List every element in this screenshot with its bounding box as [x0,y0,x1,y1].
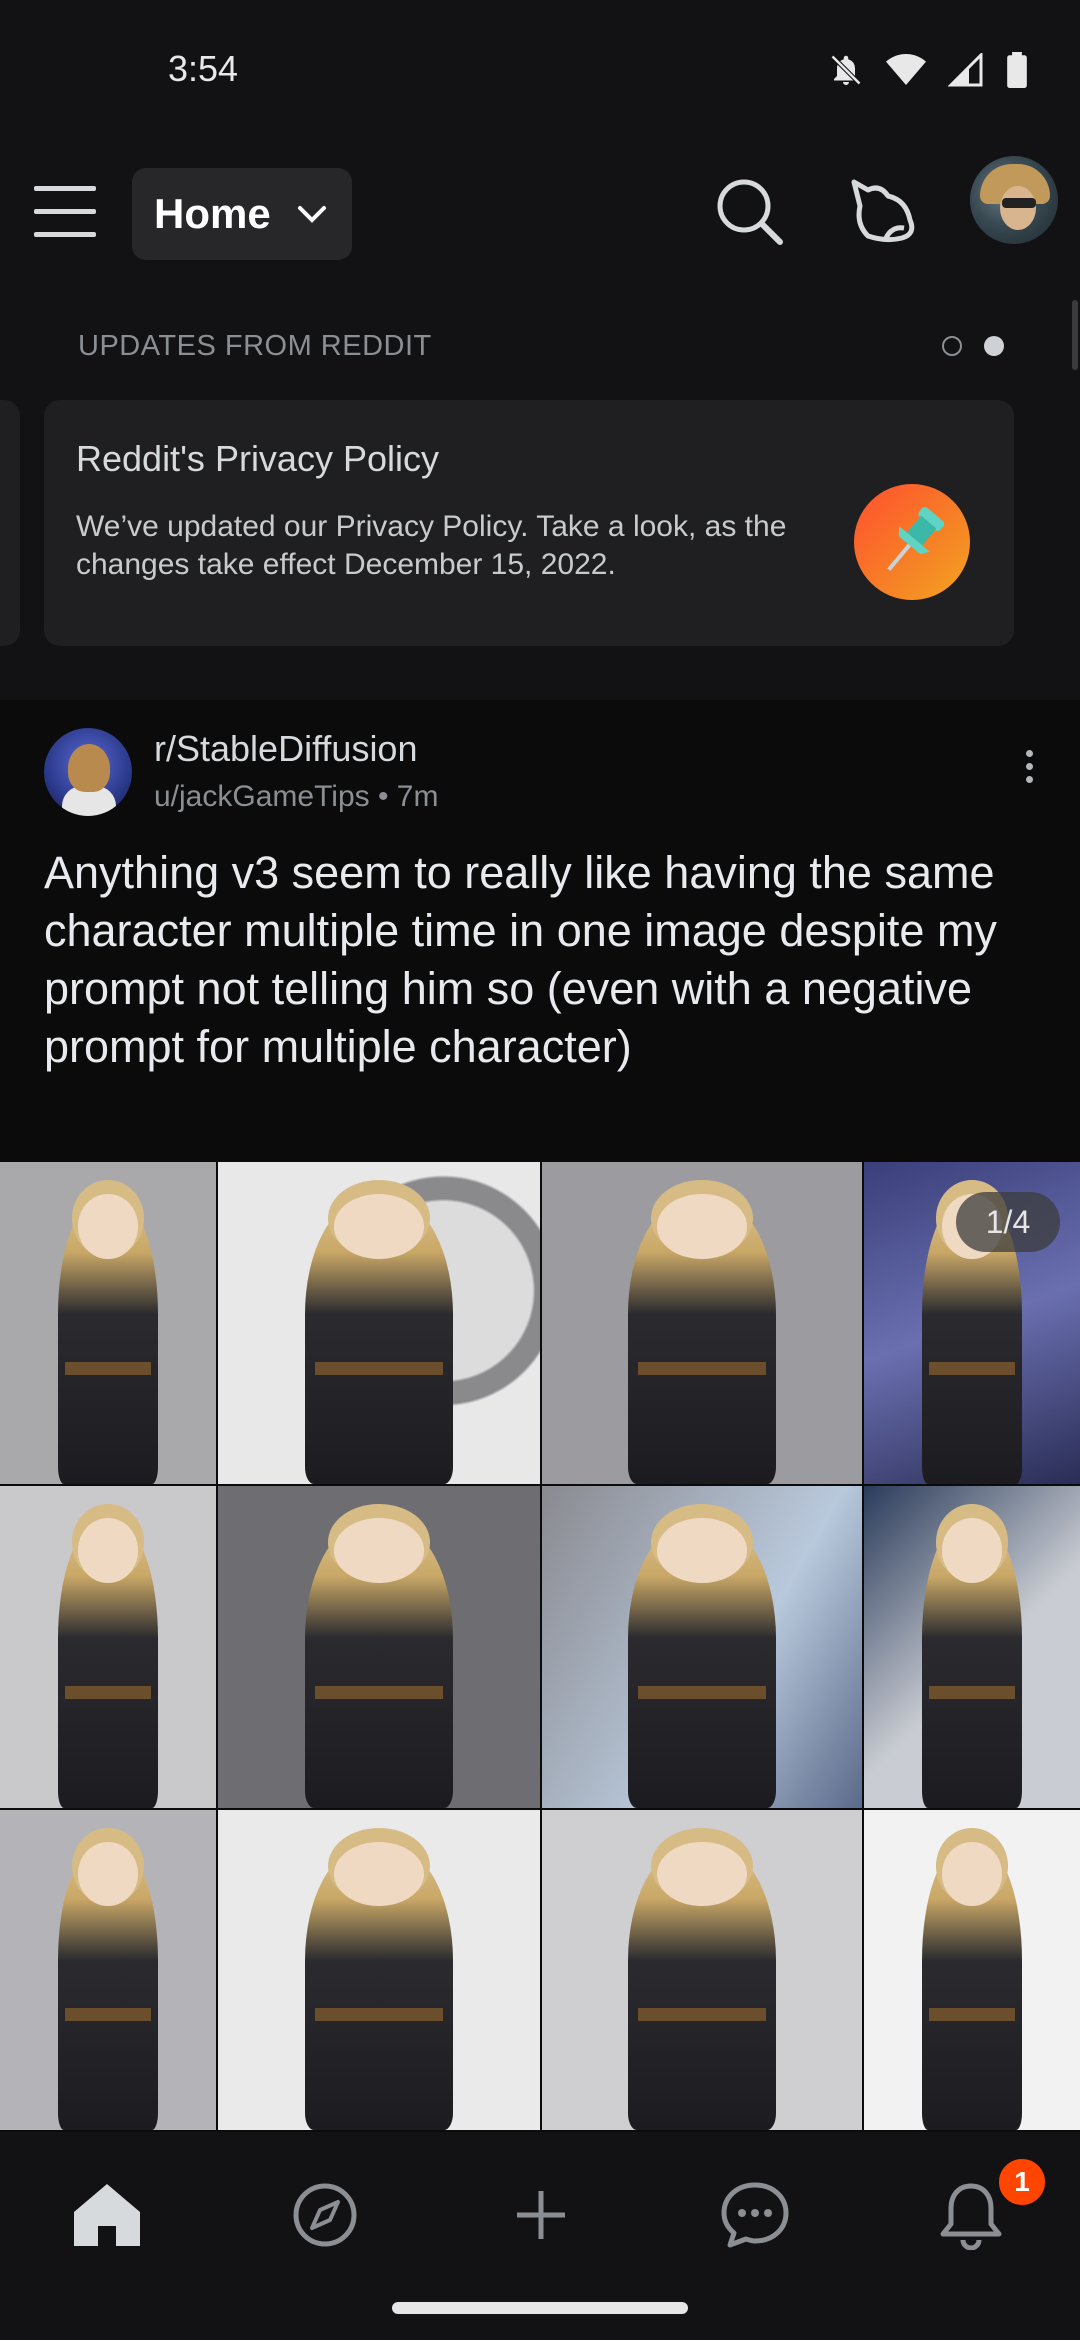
status-icons [828,52,1028,88]
notification-badge: 1 [996,2156,1048,2208]
signal-icon [948,53,983,87]
subreddit-avatar[interactable] [44,728,132,816]
feed-selector[interactable]: Home [132,168,352,260]
carousel-dot[interactable] [942,336,962,356]
scrollbar[interactable] [1072,300,1078,370]
more-options-icon[interactable] [1024,750,1034,790]
search-icon[interactable] [714,176,784,246]
update-card[interactable]: Reddit's Privacy Policy We’ve updated ou… [44,400,1014,646]
battery-icon [1007,52,1027,88]
gallery-tile [218,1810,540,2130]
gallery-tile [864,1810,1080,2130]
post-title[interactable]: Anything v3 seem to really like having t… [44,844,1044,1076]
bottom-nav: 1 [0,2132,1080,2340]
image-gallery[interactable]: 1/4 [0,1162,1080,2130]
chat-icon[interactable] [710,2170,800,2260]
carousel-dots [942,336,1004,356]
gallery-tile [542,1162,862,1484]
app-header: Home [0,140,1080,288]
status-bar: 3:54 [0,0,1080,140]
update-card-title: Reddit's Privacy Policy [76,438,439,479]
user-avatar[interactable] [970,156,1058,244]
update-card-body: We’ve updated our Privacy Policy. Take a… [76,510,787,581]
wifi-icon [886,54,926,85]
gallery-tile [542,1810,862,2130]
gallery-tile [218,1486,540,1808]
menu-icon[interactable] [34,186,96,238]
gesture-home-indicator[interactable] [392,2302,688,2314]
create-icon[interactable] [496,2170,586,2260]
gallery-tile [0,1810,216,2130]
pin-icon [854,484,970,600]
chevron-down-icon [297,206,326,223]
feed-selector-label: Home [154,190,271,237]
notifications-muted-icon [830,54,862,86]
gallery-tile [0,1486,216,1808]
cat-icon[interactable] [846,176,918,248]
updates-title: UPDATES FROM REDDIT [78,330,432,362]
gallery-tile [0,1162,216,1484]
gallery-tile [542,1486,862,1808]
post-card[interactable]: r/StableDiffusion u/jackGameTips • 7m An… [0,700,1080,2132]
post-meta: u/jackGameTips • 7m [154,780,439,813]
home-icon[interactable] [62,2170,152,2260]
gallery-tile [864,1486,1080,1808]
previous-update-card[interactable] [0,400,20,646]
subreddit-name[interactable]: r/StableDiffusion [154,728,417,770]
status-time: 3:54 [168,48,239,89]
gallery-counter: 1/4 [956,1192,1060,1252]
gallery-tile [218,1162,540,1484]
updates-section: UPDATES FROM REDDIT Reddit's Privacy Pol… [0,288,1080,700]
carousel-dot-active[interactable] [984,336,1004,356]
discover-icon[interactable] [280,2170,370,2260]
